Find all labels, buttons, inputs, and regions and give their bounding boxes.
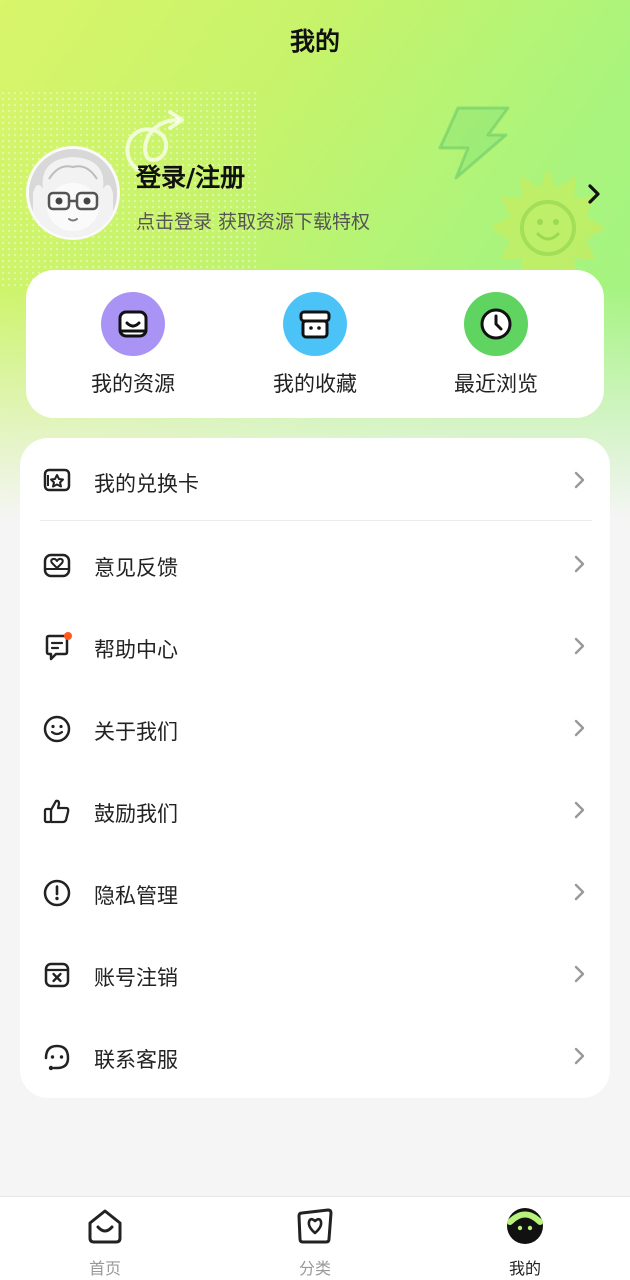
menu-item-feedback[interactable]: 意见反馈 [20, 522, 610, 604]
menu-item-label: 意见反馈 [94, 556, 178, 580]
feedback-icon [43, 553, 71, 578]
menu-item-label: 隐私管理 [94, 884, 178, 908]
menu-item-label: 关于我们 [94, 720, 178, 744]
quick-actions-card: 我的资源 我的收藏 最近浏览 [26, 270, 604, 418]
menu-item-about-us[interactable]: 关于我们 [20, 686, 610, 768]
chevron-right-icon [574, 719, 585, 737]
menu-item-help-center[interactable]: 帮助中心 [20, 604, 610, 686]
menu-item-label: 帮助中心 [94, 638, 178, 662]
menu-item-redeem-card[interactable]: 我的兑换卡 [20, 438, 610, 521]
tray-icon [101, 292, 165, 356]
menu-item-privacy[interactable]: 隐私管理 [20, 850, 610, 932]
privacy-alert-icon [43, 879, 71, 907]
chevron-right-icon [574, 637, 585, 655]
tab-category[interactable]: 分类 [255, 1205, 375, 1279]
chevron-right-icon [574, 471, 585, 489]
menu-list: 我的兑换卡 意见反馈 帮助中心 关于我们 鼓励我们 隐私管理 账号注销 联系客服 [20, 438, 610, 1098]
tab-mine[interactable]: 我的 [465, 1205, 585, 1279]
quick-action-recent[interactable]: 最近浏览 [406, 292, 586, 398]
login-register-title[interactable]: 登录/注册 [136, 158, 245, 194]
chevron-right-icon [574, 965, 585, 983]
smile-icon [43, 715, 71, 743]
quick-action-label: 我的收藏 [273, 372, 357, 396]
menu-item-label: 联系客服 [94, 1048, 178, 1072]
customer-service-icon [44, 1044, 70, 1071]
divider [40, 520, 592, 521]
bottom-tab-bar: 首页 分类 我的 [0, 1196, 630, 1280]
menu-item-account-cancel[interactable]: 账号注销 [20, 932, 610, 1014]
tab-label: 分类 [298, 1259, 331, 1278]
help-center-icon [45, 632, 72, 661]
quick-action-my-resources[interactable]: 我的资源 [43, 292, 223, 398]
avatar[interactable] [26, 146, 120, 240]
chevron-right-icon[interactable] [586, 182, 602, 206]
tab-label: 我的 [508, 1259, 541, 1278]
avatar-character-icon [29, 149, 117, 237]
chevron-right-icon [574, 883, 585, 901]
menu-item-label: 账号注销 [94, 966, 178, 990]
account-cancel-icon [44, 962, 70, 988]
redeem-card-icon [43, 468, 71, 492]
quick-action-label: 最近浏览 [454, 372, 538, 396]
menu-item-label: 鼓励我们 [94, 802, 178, 826]
quick-action-label: 我的资源 [91, 372, 175, 396]
notification-dot [64, 632, 72, 640]
category-icon [297, 1208, 333, 1244]
login-subtitle: 点击登录 获取资源下载特权 [136, 211, 371, 233]
chevron-right-icon [574, 555, 585, 573]
chevron-right-icon [574, 801, 585, 819]
archive-box-icon [283, 292, 347, 356]
home-icon [88, 1209, 122, 1244]
chevron-right-icon [574, 1047, 585, 1065]
clock-icon [464, 292, 528, 356]
thumbs-up-icon [43, 799, 70, 824]
menu-item-label: 我的兑换卡 [94, 472, 199, 496]
tab-label: 首页 [88, 1259, 121, 1278]
menu-item-customer-service[interactable]: 联系客服 [20, 1014, 610, 1096]
profile-face-icon [507, 1208, 543, 1244]
page-title: 我的 [289, 27, 340, 56]
tab-home[interactable]: 首页 [45, 1205, 165, 1279]
quick-action-my-favorites[interactable]: 我的收藏 [225, 292, 405, 398]
menu-item-encourage-us[interactable]: 鼓励我们 [20, 768, 610, 850]
